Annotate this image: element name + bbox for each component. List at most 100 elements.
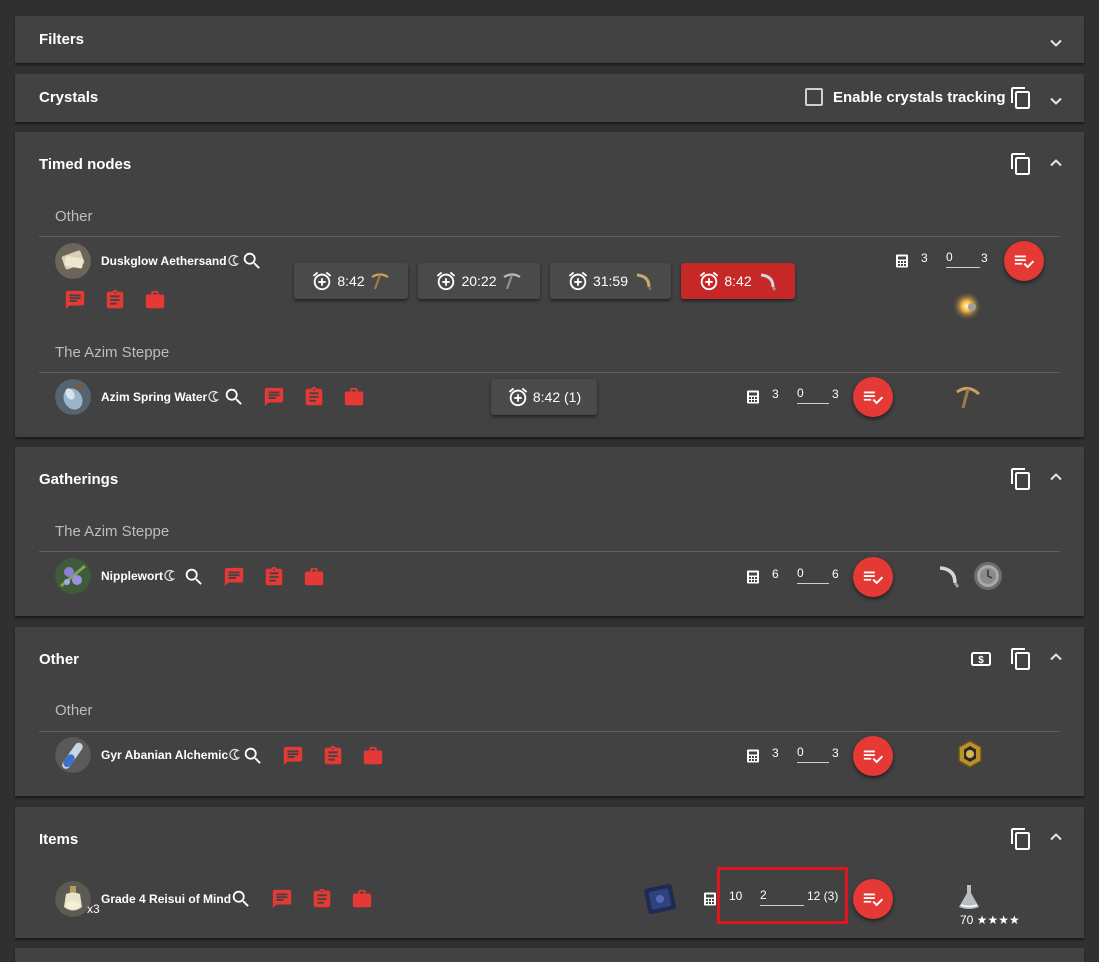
amount-done-input[interactable]: 0 [797,386,829,404]
briefcase-icon[interactable] [343,386,365,408]
search-icon[interactable] [223,386,245,408]
crystals-tracking-label[interactable]: Enable crystals tracking [833,89,1006,106]
briefcase-icon[interactable] [144,289,166,311]
item-quantity: x3 [87,902,100,916]
book-icon [642,881,678,917]
item-name[interactable]: Azim Spring Water [101,390,220,404]
amount-total: 3 [832,746,839,760]
mark-done-button[interactable] [1004,241,1044,281]
panel-title: Gatherings [39,471,119,488]
moon-icon [164,569,176,581]
comment-icon[interactable] [282,745,304,767]
item-name[interactable]: Grade 4 Reisui of Mind [101,892,231,906]
group-title: The Azim Steppe [55,344,170,361]
amount-done-input[interactable]: 0 [797,566,829,584]
briefcase-icon[interactable] [303,566,325,588]
timer-time: 8:42 [724,273,752,289]
crystals-tracking-checkbox[interactable] [805,88,823,106]
copy-icon[interactable] [1009,467,1033,491]
sickle-icon [636,273,653,291]
moon-icon [227,254,239,266]
moon-icon [229,748,241,760]
panel-title: Crystals [39,89,99,106]
playlist-check-icon [863,750,884,764]
item-name[interactable]: Nipplewort [101,569,176,583]
copy-icon[interactable] [1009,152,1033,176]
sickle-icon [760,273,776,291]
search-icon[interactable] [242,745,264,767]
divider [39,731,1060,732]
item-icon [55,243,91,279]
calculator-icon [746,570,760,584]
item-name-text: Azim Spring Water [101,390,208,404]
chevron-down-icon[interactable] [1049,94,1063,108]
timer-button[interactable]: 8:42 (1) [491,379,597,415]
crystal-icon [952,291,982,321]
item-icon [55,558,91,594]
group-title: Other [55,702,93,719]
chevron-up-icon[interactable] [1049,650,1063,664]
search-icon[interactable] [241,250,263,272]
pickaxe-icon [502,273,521,290]
alarm-add-icon [437,271,456,291]
mark-done-button[interactable] [853,736,893,776]
alchemist-icon [955,883,983,911]
copy-icon[interactable] [1009,647,1033,671]
calculator-icon [746,749,760,763]
clipboard-icon[interactable] [303,386,325,408]
item-name-text: Nipplewort [101,569,163,583]
clipboard-icon[interactable] [322,745,344,767]
timer-time: 31:59 [592,273,629,289]
mark-done-button[interactable] [853,879,893,919]
alarm-add-icon [508,387,528,407]
group-title: Other [55,208,93,225]
comment-icon[interactable] [223,566,245,588]
crafter-emblem-icon [955,739,985,769]
copy-icon[interactable] [1009,827,1033,851]
comment-icon[interactable] [271,888,293,910]
chevron-up-icon[interactable] [1049,830,1063,844]
chevron-up-icon[interactable] [1049,156,1063,170]
highlight-box [717,867,848,924]
divider [39,372,1060,373]
comment-icon[interactable] [64,289,86,311]
item-name[interactable]: Duskglow Aethersand [101,254,240,268]
search-icon[interactable] [183,566,205,588]
amount-done-input[interactable]: 0 [797,745,829,763]
divider [39,236,1060,237]
next-panel-edge [15,948,1084,962]
moon-icon [208,390,220,402]
item-name-text: Gyr Abanian Alchemic [101,748,229,762]
search-icon[interactable] [230,888,252,910]
item-name[interactable]: Gyr Abanian Alchemic [101,748,241,762]
amount-needed: 3 [772,746,779,760]
playlist-check-icon [863,571,884,585]
amount-done-input[interactable]: 0 [946,250,980,268]
item-icon [55,379,91,415]
chevron-down-icon[interactable] [1049,36,1063,50]
timer-button[interactable]: 8:42 [294,263,408,299]
amount-needed: 3 [921,251,928,265]
mark-done-button[interactable] [853,557,893,597]
chevron-up-icon[interactable] [1049,470,1063,484]
timer-time: 8:42 [337,273,365,289]
filters-panel[interactable]: Filters [15,16,1084,63]
timer-button-alert[interactable]: 8:42 [681,263,795,299]
calculator-icon [895,254,909,268]
timer-button[interactable]: 31:59 [550,263,671,299]
mark-done-button[interactable] [853,377,893,417]
comment-icon[interactable] [263,386,285,408]
clipboard-icon[interactable] [311,888,333,910]
price-tag-icon[interactable]: $ [969,647,993,671]
item-icon [55,737,91,773]
clipboard-icon[interactable] [104,289,126,311]
clipboard-icon[interactable] [263,566,285,588]
crystals-panel[interactable]: Crystals Enable crystals tracking [15,74,1084,122]
copy-icon[interactable] [1009,86,1033,110]
amount-total: 3 [832,387,839,401]
timer-button[interactable]: 20:22 [418,263,540,299]
briefcase-icon[interactable] [362,745,384,767]
amount-needed: 3 [772,387,779,401]
panel-title: Other [39,651,80,668]
briefcase-icon[interactable] [351,888,373,910]
